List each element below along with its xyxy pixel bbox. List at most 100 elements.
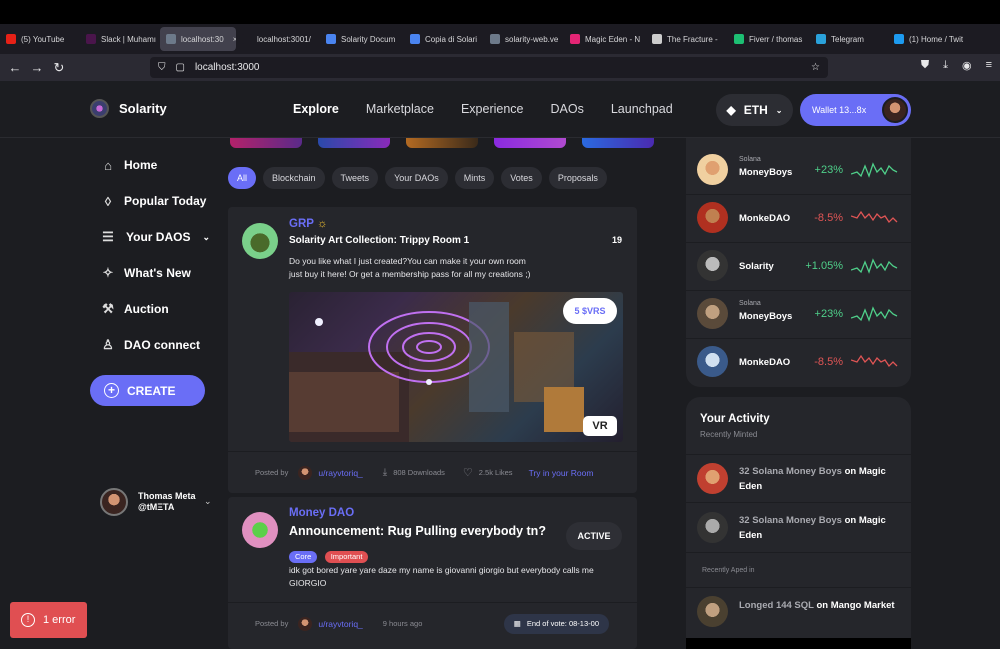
browser-tab[interactable]: Copia di Solari [404,24,484,54]
post-title[interactable]: Announcement: Rug Pulling everybody tn? [289,524,546,538]
post-body-line: Do you like what I just created?You can … [289,256,526,266]
activity-item[interactable]: 32 Solana Money Boys on Magic Eden [686,455,911,503]
bookmark-star-icon[interactable]: ☆ [811,62,820,73]
feed-card[interactable]: Money DAO Announcement: Rug Pulling ever… [228,497,637,649]
dao-name[interactable]: Money DAO [289,507,354,519]
browser-tab[interactable]: Fiverr / thomas [728,24,810,54]
sidebar-item-home[interactable]: ⌂ Home [100,155,210,175]
sparkline-line [851,162,898,178]
browser-tab[interactable]: Solarity Docum [320,24,404,54]
chevron-down-icon: ⌄ [204,496,212,506]
trending-item[interactable]: MonkeDAO -8.5% [686,194,911,242]
nav-explore[interactable]: Explore [293,102,339,116]
post-title[interactable]: Solarity Art Collection: Trippy Room 1 [289,235,469,246]
menu-icon[interactable]: ≡ [986,59,992,72]
activity-market: Mango Market [830,600,895,611]
post-count: 19 [611,235,622,245]
browser-tab[interactable]: solarity-web.ve [484,24,564,54]
posted-by-label: Posted by [255,468,289,477]
trending-item[interactable]: MonkeDAO -8.5% [686,338,911,386]
price-badge[interactable]: 5 $VRS [563,298,617,324]
browser-tab[interactable]: (5) YouTube [0,24,80,54]
filter-all[interactable]: All [228,167,257,189]
browser-tab[interactable]: (1) Home / Twit [888,24,980,54]
tab-favicon-icon [652,34,662,44]
nav-daos[interactable]: DAOs [551,102,584,116]
post-author-link[interactable]: u/rayvtoriq_ [318,468,362,478]
browser-tab[interactable]: Magic Eden - N [564,24,646,54]
address-bar[interactable]: ⛉ ▢ localhost:3000 ☆ [150,57,828,78]
pocket-icon[interactable]: ⛊ [921,59,929,72]
tag-core[interactable]: Core [289,551,318,563]
tab-label: Slack | Muhamı [101,34,156,44]
nav-launchpad[interactable]: Launchpad [611,102,673,116]
sidebar-item-auction[interactable]: ⚒ Auction [100,299,210,319]
browser-tab[interactable]: localhost:3001/ [236,24,320,54]
filter-tweets[interactable]: Tweets [331,167,379,189]
reload-icon[interactable]: ↻ [48,60,70,76]
heart-icon[interactable]: ♡ [463,466,473,479]
trending-item[interactable]: Solana MoneyBoys +23% [686,146,911,194]
list-icon: ☰ [102,229,114,244]
back-icon[interactable]: ← [4,60,26,75]
filter-blockchain[interactable]: Blockchain [263,167,325,189]
post-image[interactable]: 5 $VRS VR [289,292,623,442]
download-icon[interactable]: ⤓ [943,59,948,72]
profile-handle: @tMΞTA [138,502,175,512]
dao-name[interactable]: GRP ☼ [289,218,327,230]
likes-count: 2.5k Likes [478,468,513,477]
extension-icon[interactable]: ◉ [962,59,972,72]
banner-carousel[interactable] [230,138,654,148]
browser-tab[interactable]: Telegram [810,24,888,54]
filter-mints[interactable]: Mints [454,167,495,189]
filter-votes[interactable]: Votes [501,167,542,189]
sidebar-item-whats-new[interactable]: ✧ What's New [100,263,210,283]
tab-label: Telegram [831,34,864,44]
filter-your-daos[interactable]: Your DAOs [385,167,448,189]
nav-marketplace[interactable]: Marketplace [366,102,434,116]
create-button[interactable]: + CREATE [90,375,205,406]
trending-change: +1.05% [805,260,843,272]
tab-label: localhost:30 [181,34,224,44]
banner-item[interactable] [318,138,390,148]
trending-change: +23% [814,308,843,320]
network-selector[interactable]: ◆ ETH ⌄ [716,94,793,126]
try-in-room-link[interactable]: Try in your Room [529,468,594,478]
vr-badge[interactable]: VR [583,416,617,436]
sidebar-item-label: Your DAOS [126,230,191,244]
activity-item[interactable]: 32 Solana Money Boys on Magic Eden [686,503,911,551]
sidebar: ⌂ Home ◊ Popular Today ☰ Your DAOS ⌄ ✧ What's… [100,155,210,371]
browser-tab[interactable]: Slack | Muhamı [80,24,160,54]
browser-tab[interactable]: The Fracture - [646,24,728,54]
browser-tab[interactable]: localhost:30 × [160,27,236,51]
page-icon: ▢ [175,62,185,73]
tag-important[interactable]: Important [324,551,369,563]
banner-item[interactable] [582,138,654,148]
banner-item[interactable] [230,138,302,148]
post-footer: Posted by u/rayvtoriq_ ⤓ 808 Downloads ♡… [228,451,637,493]
tab-label: solarity-web.ve [505,34,559,44]
error-indicator[interactable]: ! 1 error [10,602,87,638]
profile-menu[interactable]: Thomas Meta @tMΞTA ⌄ [100,488,212,516]
feed-card[interactable]: GRP ☼ Solarity Art Collection: Trippy Ro… [228,207,637,493]
nav-experience[interactable]: Experience [461,102,524,116]
activity-item[interactable]: Longed 144 SQL on Mango Market [686,588,911,636]
trending-item[interactable]: Solarity +1.05% [686,242,911,290]
brand[interactable]: Solarity [90,99,167,118]
sidebar-item-label: Auction [124,302,169,316]
wallet-button[interactable]: Wallet 13...8x [800,94,911,126]
trending-item[interactable]: Solana MoneyBoys +23% [686,290,911,338]
divider [686,552,911,553]
vote-end-text: End of vote: 08-13-00 [526,619,599,628]
filter-proposals[interactable]: Proposals [548,167,607,189]
post-author-link[interactable]: u/rayvtoriq_ [318,619,362,629]
section-label: Recently Aped in [702,567,755,574]
banner-item[interactable] [406,138,478,148]
url-text: localhost:3000 [194,62,260,73]
sidebar-item-your-daos[interactable]: ☰ Your DAOS ⌄ [100,227,210,247]
sidebar-item-dao-connect[interactable]: ♙ DAO connect [100,335,210,355]
forward-icon[interactable]: → [26,60,48,75]
post-time: 9 hours ago [382,619,423,628]
banner-item[interactable] [494,138,566,148]
sidebar-item-popular[interactable]: ◊ Popular Today [100,191,210,211]
